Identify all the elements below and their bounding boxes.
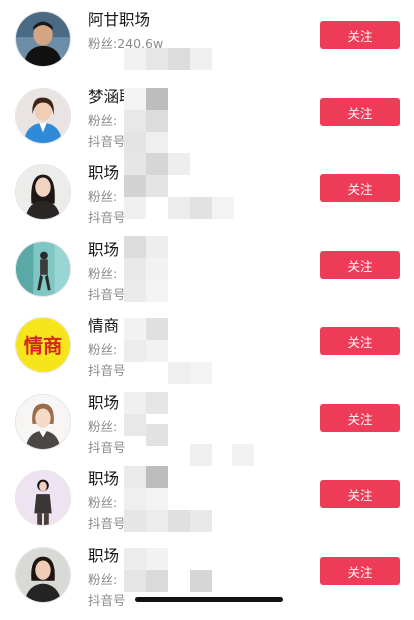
mosaic-block bbox=[146, 258, 168, 280]
mosaic-block bbox=[124, 48, 146, 70]
mosaic-block bbox=[146, 280, 168, 302]
mosaic-block bbox=[168, 510, 190, 532]
username: 阿甘职场 bbox=[88, 11, 151, 29]
mosaic-block bbox=[190, 48, 212, 70]
mosaic-block bbox=[168, 362, 190, 384]
mosaic-block bbox=[124, 570, 146, 592]
mosaic-block bbox=[124, 414, 146, 436]
follow-button[interactable]: 关注 bbox=[320, 404, 400, 432]
douyin-id: 抖音号 bbox=[88, 134, 126, 149]
mosaic-block bbox=[124, 153, 146, 175]
fan-count: 粉丝: bbox=[88, 419, 118, 434]
mosaic-block bbox=[146, 510, 168, 532]
fan-count: 粉丝: bbox=[88, 113, 118, 128]
mosaic-block bbox=[124, 548, 146, 570]
home-indicator[interactable] bbox=[135, 597, 283, 602]
mosaic-block bbox=[146, 340, 168, 362]
fan-count: 粉丝: bbox=[88, 342, 118, 357]
fan-count: 粉丝: bbox=[88, 495, 118, 510]
mosaic-block bbox=[232, 444, 254, 466]
mosaic-block bbox=[124, 236, 146, 258]
qingshang-logo-icon[interactable]: 情商 bbox=[15, 317, 71, 373]
woman-bob-hair-avatar-icon[interactable] bbox=[15, 547, 71, 603]
list-item[interactable]: 职场 粉丝: 抖音号 关注 bbox=[0, 238, 414, 314]
mosaic-block bbox=[146, 236, 168, 258]
mosaic-block bbox=[146, 318, 168, 340]
mosaic-block bbox=[146, 88, 168, 110]
man-avatar-icon[interactable] bbox=[15, 11, 71, 67]
username: 职场 bbox=[88, 470, 120, 488]
mosaic-block bbox=[168, 153, 190, 175]
follow-button[interactable]: 关注 bbox=[320, 557, 400, 585]
mosaic-block bbox=[146, 48, 168, 70]
woman-blue-jacket-avatar-icon[interactable] bbox=[15, 88, 71, 144]
douyin-id: 抖音号 bbox=[88, 516, 126, 531]
username: 职场 bbox=[88, 394, 120, 412]
mosaic-block bbox=[146, 424, 168, 446]
woman-dark-hair-avatar-icon[interactable] bbox=[15, 164, 71, 220]
mosaic-block bbox=[168, 197, 190, 219]
mosaic-block bbox=[190, 570, 212, 592]
fan-count: 粉丝: bbox=[88, 189, 118, 204]
mosaic-block bbox=[146, 132, 168, 154]
douyin-id: 抖音号 bbox=[88, 593, 126, 608]
mosaic-block bbox=[124, 510, 146, 532]
list-item[interactable]: 阿甘职场 粉丝:240.6w 关注 bbox=[0, 8, 414, 84]
mosaic-block bbox=[212, 197, 234, 219]
mosaic-block bbox=[146, 392, 168, 414]
follow-button[interactable]: 关注 bbox=[320, 480, 400, 508]
mosaic-block bbox=[146, 548, 168, 570]
walking-person-avatar-icon[interactable] bbox=[15, 241, 71, 297]
mosaic-block bbox=[168, 48, 190, 70]
mosaic-block bbox=[190, 197, 212, 219]
mosaic-block bbox=[190, 510, 212, 532]
list-item[interactable]: 梦涵职 粉丝: 抖音号 关注 bbox=[0, 85, 414, 161]
mosaic-block bbox=[146, 175, 168, 197]
mosaic-block bbox=[190, 362, 212, 384]
douyin-id: 抖音号 bbox=[88, 287, 126, 302]
mosaic-block bbox=[124, 110, 146, 132]
douyin-id: 抖音号 bbox=[88, 440, 126, 455]
mosaic-block bbox=[190, 444, 212, 466]
follow-button[interactable]: 关注 bbox=[320, 21, 400, 49]
cartoon-woman-avatar-icon[interactable] bbox=[15, 394, 71, 450]
mosaic-block bbox=[124, 175, 146, 197]
follow-button[interactable]: 关注 bbox=[320, 327, 400, 355]
mosaic-block bbox=[146, 570, 168, 592]
mosaic-block bbox=[124, 280, 146, 302]
mosaic-block bbox=[146, 110, 168, 132]
follow-button[interactable]: 关注 bbox=[320, 251, 400, 279]
fan-count: 粉丝: bbox=[88, 572, 118, 587]
username: 职场 bbox=[88, 547, 120, 565]
mosaic-block bbox=[124, 88, 146, 110]
mosaic-block bbox=[124, 392, 146, 414]
mosaic-block bbox=[124, 318, 146, 340]
mosaic-block bbox=[146, 153, 168, 175]
mosaic-block bbox=[124, 132, 146, 154]
follow-button[interactable]: 关注 bbox=[320, 98, 400, 126]
username: 职场 bbox=[88, 164, 120, 182]
username: 职场 bbox=[88, 241, 120, 259]
fan-count: 粉丝: bbox=[88, 266, 118, 281]
mosaic-block bbox=[124, 488, 146, 510]
mosaic-block bbox=[124, 340, 146, 362]
mosaic-block bbox=[124, 466, 146, 488]
douyin-id: 抖音号 bbox=[88, 363, 126, 378]
username: 情商 bbox=[88, 317, 120, 335]
mosaic-block bbox=[124, 197, 146, 219]
logo-text: 情商 bbox=[24, 335, 63, 358]
follow-button[interactable]: 关注 bbox=[320, 174, 400, 202]
mosaic-block bbox=[124, 258, 146, 280]
douyin-id: 抖音号 bbox=[88, 210, 126, 225]
mosaic-block bbox=[146, 488, 168, 510]
mosaic-block bbox=[146, 466, 168, 488]
woman-standing-avatar-icon[interactable] bbox=[15, 470, 71, 526]
